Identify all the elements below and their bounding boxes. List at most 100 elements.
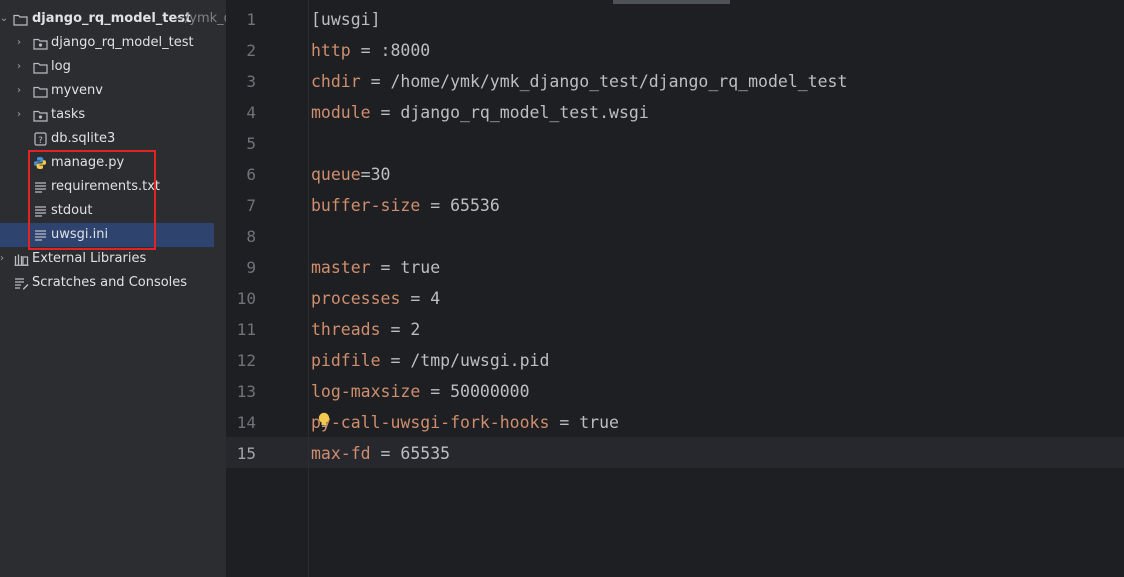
config-value: = 2	[380, 320, 421, 339]
folder-icon	[32, 79, 48, 103]
config-key: chdir	[311, 72, 361, 91]
code-line[interactable]: http = :8000	[311, 35, 430, 66]
tree-root-path-hint: ~/ymk_d	[174, 11, 226, 26]
config-value: = 4	[400, 289, 441, 308]
tree-item-django-rq-model-test[interactable]: › django_rq_model_test	[0, 31, 226, 55]
line-number: 1	[246, 10, 256, 29]
code-editor[interactable]: 1 2 3 4 5 6 7 8 9 10 11 12 13 14 15 [uwsgi] http = :800…	[226, 0, 1124, 577]
text-file-icon	[32, 175, 48, 199]
code-line[interactable]: [uwsgi]	[311, 4, 381, 35]
config-key: queue	[311, 165, 361, 184]
line-number: 3	[246, 72, 256, 91]
tree-item-label: uwsgi.ini	[51, 227, 109, 242]
config-key: module	[311, 103, 371, 122]
lightbulb-icon[interactable]	[317, 410, 331, 432]
text-file-icon	[32, 199, 48, 223]
config-value: = true	[549, 413, 619, 432]
tree-root-label: django_rq_model_test	[32, 11, 192, 26]
tree-item-label: django_rq_model_test	[51, 35, 194, 50]
config-value: = /tmp/uwsgi.pid	[380, 351, 550, 370]
config-value: = 65535	[370, 444, 451, 463]
code-line[interactable]: pidfile = /tmp/uwsgi.pid	[311, 345, 549, 376]
tree-item-manage-py[interactable]: manage.py	[0, 151, 226, 175]
line-number: 10	[236, 289, 256, 308]
config-key: pidfile	[311, 351, 381, 370]
libraries-icon	[13, 247, 29, 271]
line-number: 9	[246, 258, 256, 277]
config-value: = true	[370, 258, 441, 277]
line-number: 13	[236, 382, 256, 401]
chevron-right-icon[interactable]: ›	[13, 79, 25, 103]
unknown-file-icon: ?	[32, 127, 48, 151]
line-number: 14	[236, 413, 256, 432]
tree-item-requirements-txt[interactable]: requirements.txt	[0, 175, 226, 199]
config-value: =30	[360, 165, 391, 184]
line-number-gutter: 1 2 3 4 5 6 7 8 9 10 11 12 13 14 15	[226, 0, 308, 577]
config-value: [uwsgi]	[311, 10, 381, 29]
tree-item-label: db.sqlite3	[51, 131, 116, 146]
config-key: threads	[311, 320, 381, 339]
config-key: buffer-size	[311, 196, 421, 215]
config-key: processes	[311, 289, 401, 308]
config-key: max-fd	[311, 444, 371, 463]
tree-item-uwsgi-ini[interactable]: uwsgi.ini	[0, 223, 214, 247]
chevron-down-icon[interactable]: ⌄	[0, 7, 10, 31]
tree-root-django-rq-model-test[interactable]: ⌄ django_rq_model_test ~/ymk_d	[0, 7, 226, 31]
folder-icon	[12, 7, 28, 31]
tree-item-label: manage.py	[51, 155, 125, 170]
chevron-right-icon[interactable]: ›	[13, 55, 25, 79]
tree-item-label: tasks	[51, 107, 86, 122]
package-folder-icon	[32, 103, 48, 127]
tree-item-external-libraries[interactable]: › External Libraries	[0, 247, 226, 271]
folder-icon	[32, 55, 48, 79]
config-key: py-call-uwsgi-fork-hooks	[311, 413, 550, 432]
package-folder-icon	[32, 31, 48, 55]
tree-item-label: stdout	[51, 203, 93, 218]
code-line[interactable]: chdir = /home/ymk/ymk_django_test/django…	[311, 66, 847, 97]
tree-item-scratches-and-consoles[interactable]: Scratches and Consoles	[0, 271, 226, 295]
config-value: = /home/ymk/ymk_django_test/django_rq_mo…	[360, 72, 848, 91]
code-line[interactable]: queue=30	[311, 159, 390, 190]
tree-item-db-sqlite3[interactable]: ? db.sqlite3	[0, 127, 226, 151]
tree-item-label: External Libraries	[32, 251, 147, 266]
code-line[interactable]: processes = 4	[311, 283, 440, 314]
line-number: 2	[246, 41, 256, 60]
config-key: master	[311, 258, 371, 277]
scratches-icon	[13, 271, 29, 295]
line-number: 8	[246, 227, 256, 246]
config-value: = 65536	[420, 196, 500, 215]
config-value: = django_rq_model_test.wsgi	[370, 103, 649, 122]
line-number: 15	[236, 444, 256, 463]
text-file-icon	[32, 223, 48, 247]
project-tree: ⌄ django_rq_model_test ~/ymk_d › django_…	[0, 0, 226, 577]
tree-item-label: Scratches and Consoles	[32, 275, 188, 290]
code-line[interactable]: py-call-uwsgi-fork-hooks = true	[311, 407, 619, 438]
python-icon	[32, 151, 48, 175]
chevron-right-icon[interactable]: ›	[13, 31, 25, 55]
svg-text:?: ?	[38, 136, 43, 146]
horizontal-scrollbar-thumb[interactable]	[613, 0, 730, 4]
tree-item-label: requirements.txt	[51, 179, 161, 194]
code-line[interactable]: threads = 2	[311, 314, 420, 345]
code-line[interactable]: log-maxsize = 50000000	[311, 376, 530, 407]
tree-item-tasks[interactable]: › tasks	[0, 103, 226, 127]
line-number: 7	[246, 196, 256, 215]
line-number: 4	[246, 103, 256, 122]
line-number: 11	[236, 320, 256, 339]
chevron-right-icon[interactable]: ›	[13, 103, 25, 127]
line-number: 6	[246, 165, 256, 184]
tree-item-label: log	[51, 59, 71, 74]
config-key: http	[311, 41, 351, 60]
code-line[interactable]: master = true	[311, 252, 440, 283]
tree-item-myvenv[interactable]: › myvenv	[0, 79, 226, 103]
tree-item-label: myvenv	[51, 83, 103, 98]
tree-item-stdout[interactable]: stdout	[0, 199, 226, 223]
config-value: = :8000	[350, 41, 431, 60]
code-line[interactable]: buffer-size = 65536	[311, 190, 500, 221]
code-line[interactable]: module = django_rq_model_test.wsgi	[311, 97, 649, 128]
gutter-separator	[308, 0, 309, 577]
chevron-right-icon[interactable]: ›	[0, 247, 8, 271]
line-number: 5	[246, 134, 256, 153]
tree-item-log[interactable]: › log	[0, 55, 226, 79]
code-line[interactable]: max-fd = 65535	[311, 438, 450, 469]
